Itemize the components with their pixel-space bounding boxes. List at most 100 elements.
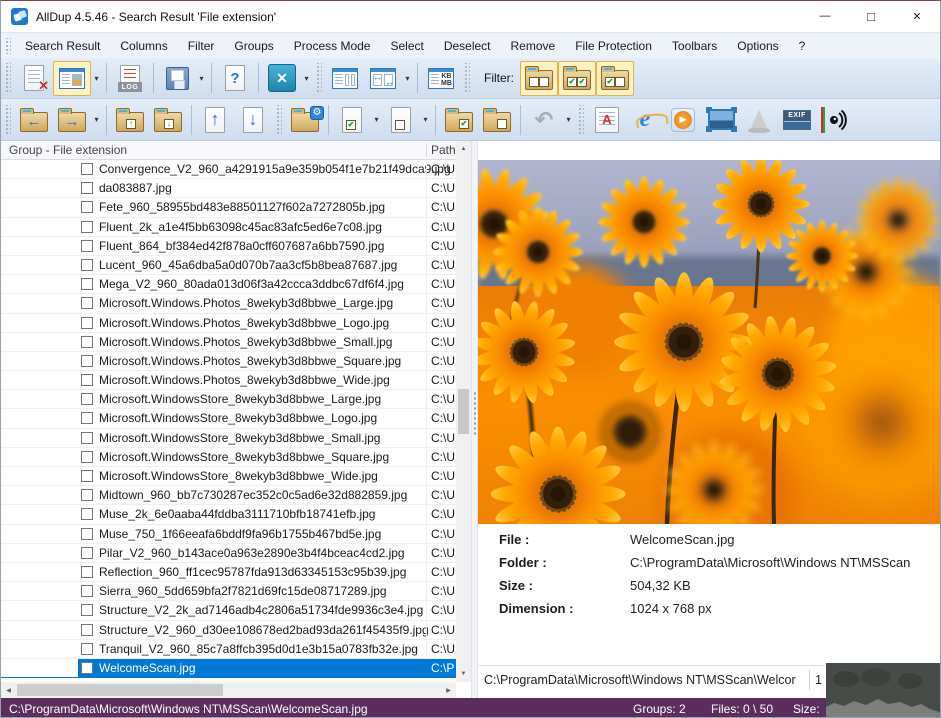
menu-grip[interactable]: [4, 38, 11, 54]
next-group-button[interactable]: →: [53, 102, 91, 137]
save-dropdown[interactable]: ▾: [196, 61, 207, 96]
row-checkbox[interactable]: [81, 470, 93, 482]
menu-remove[interactable]: Remove: [501, 33, 566, 58]
row-checkbox[interactable]: [81, 624, 93, 636]
table-row[interactable]: Microsoft.Windows.Photos_8wekyb3d8bbwe_S…: [1, 352, 456, 371]
deselect-file-dropdown[interactable]: ▾: [420, 102, 431, 137]
menu-filter[interactable]: Filter: [178, 33, 225, 58]
table-row[interactable]: Midtown_960_bb7c730287ec352c0c5ad6e32d88…: [1, 486, 456, 505]
row-checkbox[interactable]: [81, 259, 93, 271]
row-checkbox[interactable]: [81, 643, 93, 655]
column-width-dropdown[interactable]: ▾: [402, 61, 413, 96]
deselect-folder-button[interactable]: [478, 102, 516, 137]
filter-checked-groups-button[interactable]: ✔✔: [558, 61, 596, 96]
row-checkbox[interactable]: [81, 297, 93, 309]
row-checkbox[interactable]: [81, 163, 93, 175]
next-group-dropdown[interactable]: ▾: [91, 102, 102, 137]
table-row[interactable]: Microsoft.WindowsStore_8wekyb3d8bbwe_Log…: [1, 409, 456, 428]
row-checkbox[interactable]: [81, 278, 93, 290]
file-up-button[interactable]: ↑: [196, 102, 234, 137]
menu-toolbars[interactable]: Toolbars: [662, 33, 727, 58]
table-row[interactable]: Fluent_864_bf384ed42f878a0cff607687a6bb7…: [1, 237, 456, 256]
row-checkbox[interactable]: [81, 508, 93, 520]
browser-button[interactable]: e: [626, 102, 664, 137]
list-vertical-scrollbar[interactable]: ▲ ▼: [456, 141, 471, 682]
table-row[interactable]: Microsoft.WindowsStore_8wekyb3d8bbwe_Squ…: [1, 448, 456, 467]
image-viewer-button[interactable]: [702, 102, 740, 137]
table-row[interactable]: Structure_V2_2k_ad7146adb4c2806a51734fde…: [1, 601, 456, 620]
toolbar-grip[interactable]: [463, 63, 470, 93]
close-button[interactable]: ✕: [894, 1, 940, 31]
toolbar-grip[interactable]: [275, 105, 282, 135]
folder-up-button[interactable]: ↑: [111, 102, 149, 137]
row-checkbox[interactable]: [81, 432, 93, 444]
column-header-group[interactable]: Group - File extension: [9, 143, 127, 157]
row-checkbox[interactable]: [81, 240, 93, 252]
table-row[interactable]: Reflection_960_ff1cec95787fda913d6334515…: [1, 563, 456, 582]
table-row[interactable]: WelcomeScan.jpg C:\P: [1, 659, 456, 678]
row-checkbox[interactable]: [81, 317, 93, 329]
table-row[interactable]: Microsoft.Windows.Photos_8wekyb3d8bbwe_S…: [1, 333, 456, 352]
minimize-button[interactable]: —: [802, 1, 848, 31]
table-row[interactable]: Lucent_960_45a6dba5a0d070b7aa3cf5b8bea87…: [1, 256, 456, 275]
row-checkbox[interactable]: [81, 604, 93, 616]
close-search-result-button[interactable]: ✕: [15, 61, 53, 96]
folder-down-button[interactable]: ↓: [149, 102, 187, 137]
filter-unchecked-groups-button[interactable]: [520, 61, 558, 96]
deselect-file-button[interactable]: [382, 102, 420, 137]
exif-button[interactable]: EXIF: [778, 102, 816, 137]
table-row[interactable]: Microsoft.Windows.Photos_8wekyb3d8bbwe_L…: [1, 294, 456, 313]
row-checkbox[interactable]: [81, 336, 93, 348]
table-row[interactable]: Tranquil_V2_960_85c7a8ffcb395d0d1e3b15a0…: [1, 640, 456, 659]
row-checkbox[interactable]: [81, 221, 93, 233]
row-checkbox[interactable]: [81, 355, 93, 367]
vlc-button[interactable]: [740, 102, 778, 137]
maximize-button[interactable]: □: [848, 1, 894, 31]
scroll-up-icon[interactable]: ▲: [456, 141, 471, 157]
table-row[interactable]: Pilar_V2_960_b143ace0a963e2890e3b4f4bcea…: [1, 544, 456, 563]
table-row[interactable]: Muse_750_1f66eeafa6bddf9fa96b1755b467bd5…: [1, 525, 456, 544]
audio-player-button[interactable]: [816, 102, 854, 137]
select-file-button[interactable]: ✔: [333, 102, 371, 137]
menu-options[interactable]: Options: [727, 33, 788, 58]
table-row[interactable]: Microsoft.WindowsStore_8wekyb3d8bbwe_Wid…: [1, 467, 456, 486]
text-viewer-button[interactable]: A: [588, 102, 626, 137]
column-width-button[interactable]: ↔ ↔: [364, 61, 402, 96]
table-row[interactable]: Sierra_960_5dd659bfa2f7821d69fc15de08717…: [1, 582, 456, 601]
undo-dropdown[interactable]: ▾: [563, 102, 574, 137]
menu-process-mode[interactable]: Process Mode: [284, 33, 381, 58]
table-row[interactable]: Fete_960_58955bd483e88501127f602a7272805…: [1, 198, 456, 217]
table-row[interactable]: Microsoft.WindowsStore_8wekyb3d8bbwe_Lar…: [1, 390, 456, 409]
media-player-button[interactable]: ▶: [664, 102, 702, 137]
file-down-button[interactable]: ↓: [234, 102, 272, 137]
preview-panel-dropdown[interactable]: ▾: [91, 61, 102, 96]
undo-button[interactable]: ↶: [525, 102, 563, 137]
select-file-dropdown[interactable]: ▾: [371, 102, 382, 137]
horizontal-scroll-thumb[interactable]: [17, 684, 223, 696]
toolbar-grip[interactable]: [4, 63, 11, 93]
panel-splitter[interactable]: [471, 141, 478, 698]
preview-panel-button[interactable]: [53, 61, 91, 96]
row-checkbox[interactable]: [81, 182, 93, 194]
log-button[interactable]: LOG: [111, 61, 149, 96]
table-row[interactable]: Convergence_V2_960_a4291915a9e359b054f1e…: [1, 160, 456, 179]
toolbar-grip[interactable]: [577, 105, 584, 135]
save-button[interactable]: [158, 61, 196, 96]
help-button[interactable]: ?: [216, 61, 254, 96]
row-checkbox[interactable]: [81, 662, 93, 674]
menu-columns[interactable]: Columns: [110, 33, 177, 58]
row-checkbox[interactable]: [81, 566, 93, 578]
menu-deselect[interactable]: Deselect: [434, 33, 501, 58]
menu-file-protection[interactable]: File Protection: [565, 33, 662, 58]
list-horizontal-scrollbar[interactable]: ◀ ▶: [1, 682, 456, 698]
row-checkbox[interactable]: [81, 528, 93, 540]
folder-options-button[interactable]: ⚙: [286, 102, 324, 137]
table-row[interactable]: da083887.jpg C:\U: [1, 179, 456, 198]
vertical-scroll-thumb[interactable]: [458, 389, 469, 434]
menu-search-result[interactable]: Search Result: [15, 33, 110, 58]
column-layout-button[interactable]: [326, 61, 364, 96]
table-row[interactable]: Mega_V2_960_80ada013d06f3a42ccca3ddbc67d…: [1, 275, 456, 294]
toolbar-grip[interactable]: [315, 63, 322, 93]
row-checkbox[interactable]: [81, 201, 93, 213]
scroll-down-icon[interactable]: ▼: [456, 666, 471, 682]
